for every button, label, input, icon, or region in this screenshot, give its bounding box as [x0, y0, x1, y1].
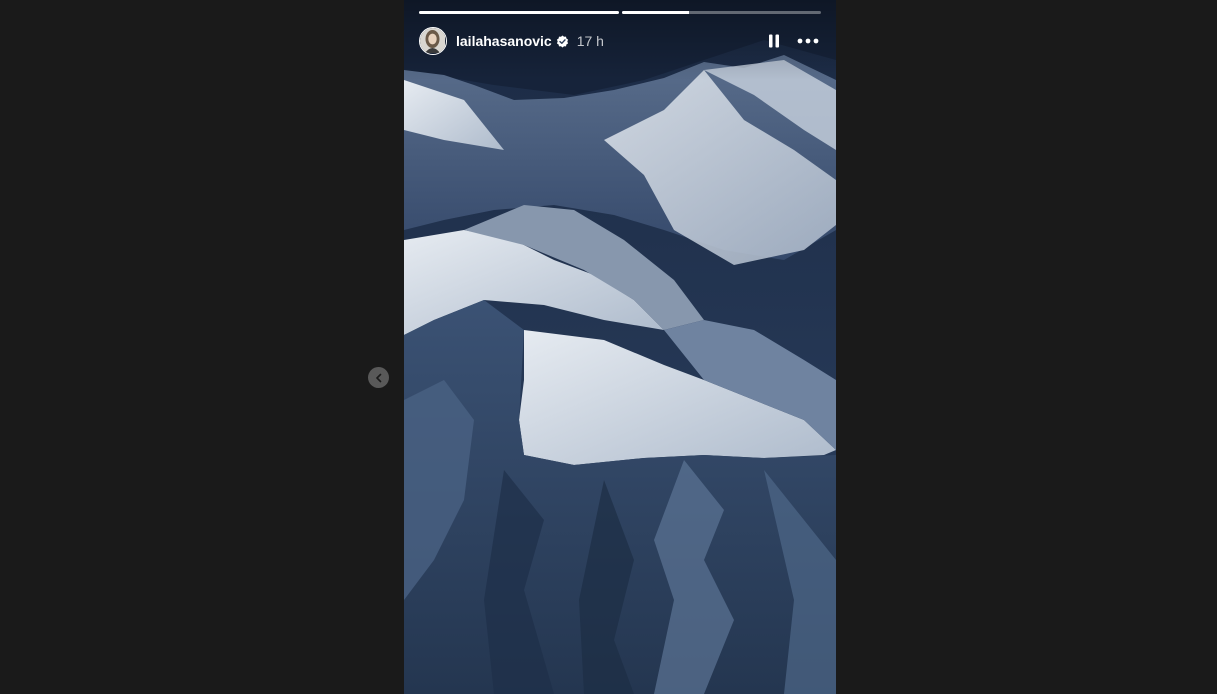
username[interactable]: lailahasanovic	[456, 33, 552, 49]
pause-icon	[769, 34, 779, 48]
story-timestamp: 17 h	[576, 33, 604, 49]
story-card[interactable]: lailahasanovic 17 h	[404, 0, 836, 694]
progress-segment	[621, 11, 821, 14]
progress-segment	[419, 11, 619, 14]
progress-fill	[419, 11, 619, 14]
story-image	[404, 0, 836, 694]
progress-fill	[621, 11, 690, 14]
more-options-button[interactable]	[793, 26, 823, 56]
avatar[interactable]	[419, 27, 447, 55]
chevron-left-icon	[375, 373, 381, 382]
pause-button[interactable]	[759, 26, 789, 56]
story-header: lailahasanovic 17 h	[419, 25, 823, 57]
previous-story-button[interactable]	[368, 367, 389, 388]
story-viewer: lailahasanovic 17 h	[0, 0, 1217, 694]
verified-badge-icon	[556, 35, 569, 48]
story-progress-bar	[419, 11, 821, 14]
more-options-icon	[797, 38, 819, 44]
